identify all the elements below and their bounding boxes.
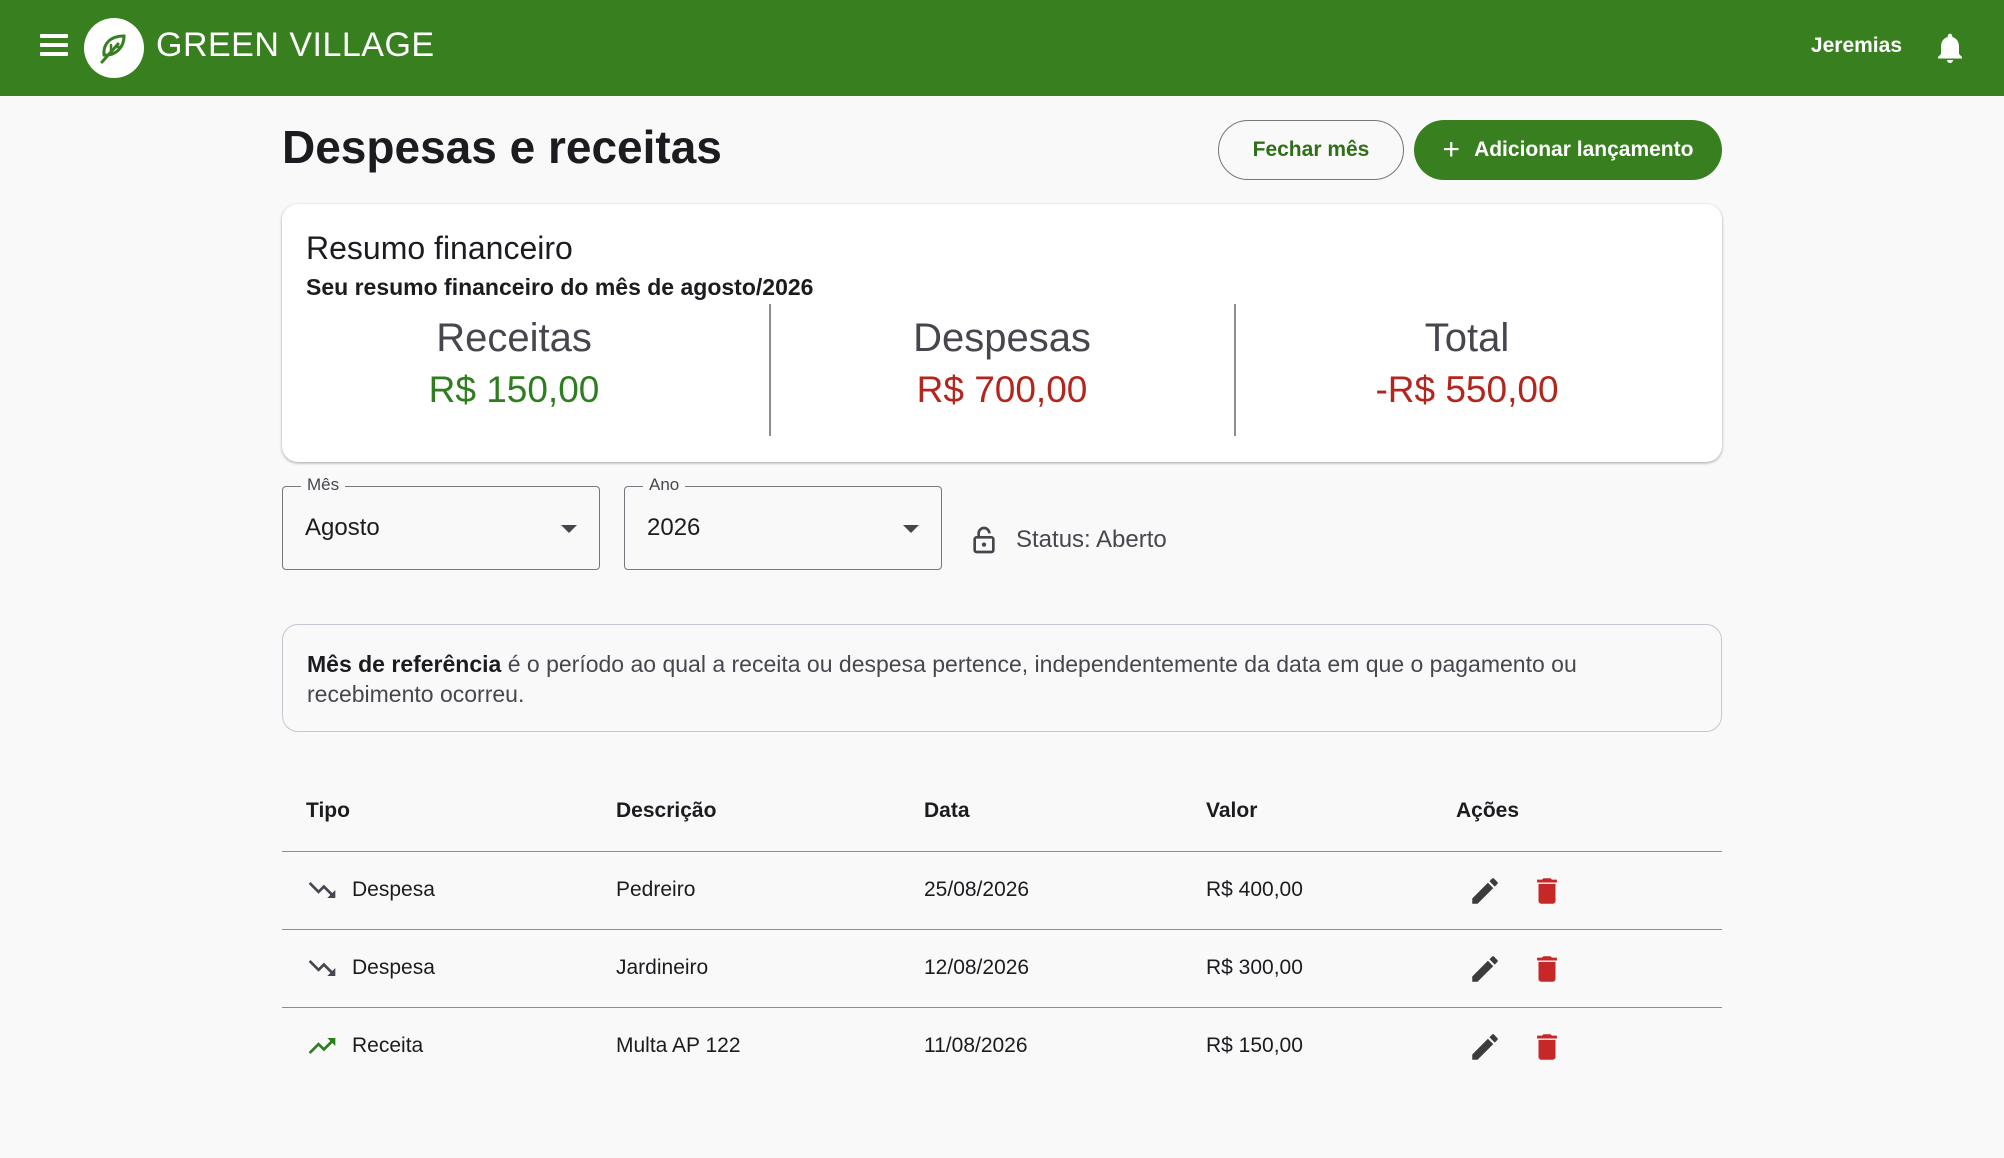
row-value: R$ 400,00 — [1206, 878, 1303, 901]
year-select-value: 2026 — [647, 514, 701, 541]
month-select-value: Agosto — [305, 514, 380, 541]
plus-icon: + — [1442, 133, 1461, 166]
table-row: Despesa Pedreiro 25/08/2026 R$ 400,00 — [282, 852, 1722, 930]
row-value: R$ 150,00 — [1206, 1034, 1303, 1057]
notifications-bell-icon[interactable] — [1932, 30, 1968, 66]
delete-trash-icon[interactable] — [1530, 1030, 1564, 1064]
brand-name: GREEN VILLAGE — [156, 26, 435, 64]
user-name[interactable]: Jeremias — [1811, 34, 1902, 58]
lock-open-icon — [973, 526, 995, 554]
year-select[interactable]: Ano 2026 — [624, 475, 942, 570]
row-value: R$ 300,00 — [1206, 956, 1303, 979]
row-type: Receita — [306, 1030, 423, 1062]
row-type: Despesa — [306, 952, 435, 984]
top-app-bar: GREEN VILLAGE Jeremias — [0, 0, 2004, 96]
row-date: 12/08/2026 — [924, 956, 1030, 979]
table-header: Tipo Descrição Data Valor Ações — [282, 780, 1722, 852]
column-header-data: Data — [924, 799, 970, 822]
total-label: Total — [1424, 316, 1510, 360]
column-header-tipo: Tipo — [306, 799, 350, 822]
column-header-acoes: Ações — [1456, 799, 1520, 822]
expense-value: R$ 700,00 — [916, 369, 1088, 410]
edit-pencil-icon[interactable] — [1468, 874, 1502, 908]
summary-title: Resumo financeiro — [306, 230, 573, 266]
row-date: 25/08/2026 — [924, 878, 1030, 901]
month-status: Status: Aberto — [968, 524, 1167, 556]
trending-up-icon — [308, 1038, 336, 1054]
month-select-label: Mês — [301, 475, 346, 495]
table-row: Receita Multa AP 122 11/08/2026 R$ 150,0… — [282, 1008, 1722, 1086]
row-description: Pedreiro — [616, 878, 696, 901]
table-row: Despesa Jardineiro 12/08/2026 R$ 300,00 — [282, 930, 1722, 1008]
status-text: Status: Aberto — [1016, 526, 1167, 553]
month-select[interactable]: Mês Agosto — [282, 475, 600, 570]
expense-stat: Despesas R$ 700,00 — [770, 316, 1234, 411]
edit-pencil-icon[interactable] — [1468, 952, 1502, 986]
row-type-label: Despesa — [352, 878, 435, 901]
dropdown-arrow-icon — [903, 525, 919, 533]
delete-trash-icon[interactable] — [1530, 952, 1564, 986]
entries-table: Tipo Descrição Data Valor Ações Despesa … — [282, 780, 1722, 1086]
summary-subtitle: Seu resumo financeiro do mês de agosto/2… — [306, 274, 814, 300]
delete-trash-icon[interactable] — [1530, 874, 1564, 908]
column-header-valor: Valor — [1206, 799, 1258, 822]
row-date: 11/08/2026 — [924, 1034, 1028, 1057]
add-entry-button[interactable]: + Adicionar lançamento — [1414, 120, 1722, 180]
row-description: Jardineiro — [616, 956, 709, 979]
column-header-descricao: Descrição — [616, 799, 717, 822]
total-value: -R$ 550,00 — [1375, 369, 1559, 410]
edit-pencil-icon[interactable] — [1468, 1030, 1502, 1064]
row-type-label: Despesa — [352, 956, 435, 979]
income-value: R$ 150,00 — [428, 369, 600, 410]
add-entry-label: Adicionar lançamento — [1474, 138, 1694, 161]
page-title: Despesas e receitas — [282, 121, 722, 173]
income-label: Receitas — [436, 316, 592, 360]
trending-down-icon — [308, 960, 336, 976]
row-description: Multa AP 122 — [616, 1034, 741, 1057]
row-type-label: Receita — [352, 1034, 424, 1057]
info-bold: Mês de referência — [307, 651, 502, 677]
year-select-label: Ano — [643, 475, 686, 495]
reference-month-info: Mês de referência é o período ao qual a … — [282, 624, 1722, 732]
income-stat: Receitas R$ 150,00 — [282, 316, 746, 411]
menu-icon[interactable] — [36, 30, 72, 66]
dropdown-arrow-icon — [561, 525, 577, 533]
financial-summary-card: Resumo financeiro Seu resumo financeiro … — [282, 204, 1722, 462]
logo-leaf-icon[interactable] — [84, 18, 144, 78]
close-month-button[interactable]: Fechar mês — [1218, 120, 1404, 180]
expense-label: Despesas — [913, 316, 1091, 360]
total-stat: Total -R$ 550,00 — [1235, 316, 1699, 411]
row-type: Despesa — [306, 874, 435, 906]
trending-down-icon — [308, 882, 336, 898]
